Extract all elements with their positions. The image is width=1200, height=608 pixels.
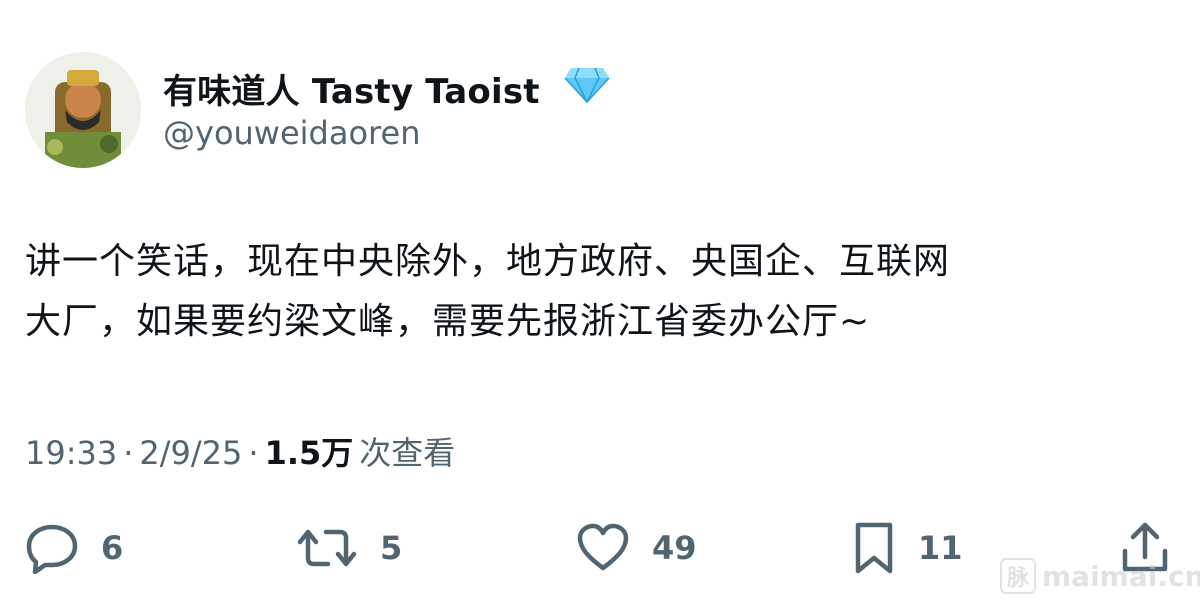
tweet-text: 讲一个笑话，现在中央除外，地方政府、央国企、互联网 大厂，如果要约梁文峰，需要先… bbox=[25, 232, 1175, 352]
diamond-icon bbox=[564, 67, 610, 104]
tweet-line: 大厂，如果要约梁文峰，需要先报浙江省委办公厅~ bbox=[25, 301, 871, 342]
display-name[interactable]: 有味道人 Tasty Taoist bbox=[163, 64, 540, 113]
heart-icon bbox=[577, 523, 629, 571]
bookmark-button[interactable]: 11 bbox=[852, 518, 963, 578]
avatar[interactable] bbox=[25, 52, 141, 168]
views-label: 次查看 bbox=[359, 434, 456, 472]
tweet-meta: 19:33 · 2/9/25 · 1.5万 次查看 bbox=[25, 428, 455, 474]
reply-button[interactable]: 6 bbox=[25, 518, 123, 578]
bookmark-icon bbox=[855, 522, 893, 574]
like-count: 49 bbox=[652, 529, 697, 567]
user-handle[interactable]: @youweidaoren bbox=[163, 114, 420, 152]
views-count: 1.5万 bbox=[264, 434, 354, 472]
watermark: 脉 maimai.cn bbox=[1000, 558, 1200, 594]
retweet-icon bbox=[297, 529, 357, 567]
reply-count: 6 bbox=[101, 529, 124, 567]
avatar-figure-icon bbox=[25, 52, 141, 168]
meta-separator: · bbox=[123, 434, 134, 472]
tweet-line: 讲一个笑话，现在中央除外，地方政府、央国企、互联网 bbox=[25, 241, 951, 282]
bookmark-count: 11 bbox=[918, 529, 963, 567]
retweet-button[interactable]: 5 bbox=[296, 518, 402, 578]
retweet-count: 5 bbox=[380, 529, 403, 567]
tweet-time[interactable]: 19:33 bbox=[25, 434, 117, 472]
like-button[interactable]: 49 bbox=[576, 518, 697, 578]
reply-icon bbox=[26, 524, 78, 574]
watermark-logo: 脉 bbox=[1000, 558, 1036, 594]
meta-separator: · bbox=[248, 434, 259, 472]
watermark-text: maimai.cn bbox=[1042, 559, 1200, 593]
tweet-date[interactable]: 2/9/25 bbox=[139, 434, 242, 472]
